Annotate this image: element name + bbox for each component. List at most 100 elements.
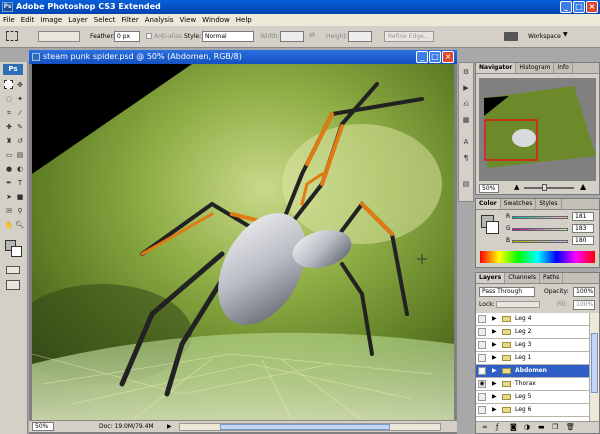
scrollbar-thumb[interactable] [220,424,390,430]
minimize-button[interactable]: _ [560,1,572,13]
workspace-button[interactable]: Workspace [528,31,561,42]
menu-view[interactable]: View [177,14,200,26]
hand-tool-icon[interactable]: ✋ [4,220,14,230]
layer-row[interactable]: ▶ Leg 6 [476,404,589,417]
tab-navigator[interactable]: Navigator [476,63,517,73]
expand-triangle-icon[interactable]: ▶ [492,339,497,351]
tab-swatches[interactable]: Swatches [501,199,537,209]
lasso-tool-icon[interactable]: ◌ [4,94,14,104]
type-tool-icon[interactable]: T [15,178,25,188]
color-background-swatch[interactable] [486,221,499,234]
eraser-tool-icon[interactable]: ▭ [4,150,14,160]
blur-tool-icon[interactable]: ● [4,164,14,174]
expand-triangle-icon[interactable]: ▶ [492,365,497,377]
menu-image[interactable]: Image [37,14,65,26]
tab-info[interactable]: Info [554,63,573,73]
visibility-toggle[interactable] [478,406,486,414]
brush-tool-icon[interactable]: ✎ [15,122,25,132]
swap-icon[interactable]: ⇄ [309,31,315,39]
crop-tool-icon[interactable]: ⌗ [4,108,14,118]
navigator-zoom-field[interactable]: 50% [479,184,499,193]
tool-presets-icon[interactable]: ⚙ [461,67,471,77]
blue-value[interactable]: 180 [572,236,594,245]
link-layers-icon[interactable]: ∞ [482,422,488,433]
doc-close-button[interactable]: × [442,51,454,63]
move-tool-icon[interactable]: ✥ [15,80,25,90]
layer-style-icon[interactable]: ƒ [496,422,498,433]
fill-input[interactable]: 100% [573,300,595,310]
width-input[interactable] [280,31,304,42]
path-selection-icon[interactable]: ➤ [4,192,14,202]
layer-mask-icon[interactable]: ◙ [510,422,517,433]
eye-icon[interactable]: ◉ [478,367,486,375]
height-input[interactable] [348,31,372,42]
expand-triangle-icon[interactable]: ▶ [492,391,497,403]
tab-histogram[interactable]: Histogram [516,63,555,73]
navigator-thumbnail[interactable] [479,78,596,181]
marquee-tool-icon[interactable] [4,80,13,89]
menu-file[interactable]: File [0,14,18,26]
actions-icon[interactable]: ▶ [461,83,471,93]
doc-minimize-button[interactable]: _ [416,51,428,63]
history-brush-icon[interactable]: ↺ [15,136,25,146]
notes-tool-icon[interactable]: ✉ [4,206,14,216]
layer-row[interactable]: ◉ ▶ Thorax [476,378,589,391]
visibility-toggle[interactable] [478,328,486,336]
expand-triangle-icon[interactable]: ▶ [492,326,497,338]
healing-brush-icon[interactable]: ✚ [4,122,14,132]
paragraph-icon[interactable]: ¶ [461,153,471,163]
zoom-in-icon[interactable]: ▲ [580,182,586,191]
horizontal-scrollbar[interactable] [179,423,441,431]
blend-mode-select[interactable]: Pass Through [479,287,535,297]
adjustment-layer-icon[interactable]: ◑ [524,422,530,433]
layers-scrollbar-thumb[interactable] [591,333,598,393]
image-canvas[interactable] [32,64,454,420]
red-slider[interactable] [512,216,568,219]
visibility-toggle[interactable] [478,315,486,323]
marquee-tool-preset-icon[interactable] [6,31,18,41]
screen-mode-icon[interactable] [6,280,20,290]
menu-filter[interactable]: Filter [118,14,141,26]
tab-styles[interactable]: Styles [536,199,562,209]
layer-row[interactable]: ▶ Leg 5 [476,391,589,404]
clone-stamp-icon[interactable]: ♜ [4,136,14,146]
dodge-tool-icon[interactable]: ◐ [15,164,25,174]
visibility-toggle[interactable] [478,393,486,401]
layer-row[interactable]: ▶ Leg 3 [476,339,589,352]
tab-paths[interactable]: Paths [540,273,564,283]
selection-mode-buttons[interactable] [38,31,80,42]
layers-scrollbar[interactable] [589,313,599,421]
slice-tool-icon[interactable]: ⁄ [15,108,25,118]
blue-slider[interactable] [512,240,568,243]
tab-layers[interactable]: Layers [476,273,506,283]
visibility-toggle[interactable] [478,354,486,362]
refine-edge-button[interactable]: Refine Edge... [384,31,434,42]
info-panel-icon[interactable]: ▤ [461,179,471,189]
menu-edit[interactable]: Edit [18,14,38,26]
layer-comps-icon[interactable]: ▦ [461,115,471,125]
expand-triangle-icon[interactable]: ▶ [492,352,497,364]
maximize-button[interactable]: □ [573,1,585,13]
background-color-swatch[interactable] [11,246,22,257]
expand-triangle-icon[interactable]: ▶ [492,404,497,416]
navigator-zoom-slider[interactable] [524,187,574,189]
menu-select[interactable]: Select [91,14,119,26]
bridge-icon[interactable] [504,32,518,41]
quick-mask-icon[interactable] [6,266,20,274]
doc-maximize-button[interactable]: □ [429,51,441,63]
layer-row[interactable]: ▶ Leg 2 [476,326,589,339]
opacity-input[interactable]: 100% [573,287,595,297]
tab-channels[interactable]: Channels [505,273,540,283]
new-group-icon[interactable]: ▬ [538,422,545,433]
new-layer-icon[interactable]: ❐ [552,422,558,433]
close-button[interactable]: × [586,1,598,13]
shape-tool-icon[interactable]: ■ [15,192,25,202]
history-icon[interactable]: ⎌ [461,99,471,109]
zoom-out-icon[interactable]: ▲ [514,183,519,191]
tab-color[interactable]: Color [476,199,501,209]
eyedropper-icon[interactable]: ⚲ [15,206,25,216]
eye-icon[interactable]: ◉ [478,380,486,388]
expand-triangle-icon[interactable]: ▶ [492,378,497,390]
zoom-tool-icon[interactable]: 🔍︎ [15,220,25,230]
feather-input[interactable]: 0 px [114,31,140,42]
